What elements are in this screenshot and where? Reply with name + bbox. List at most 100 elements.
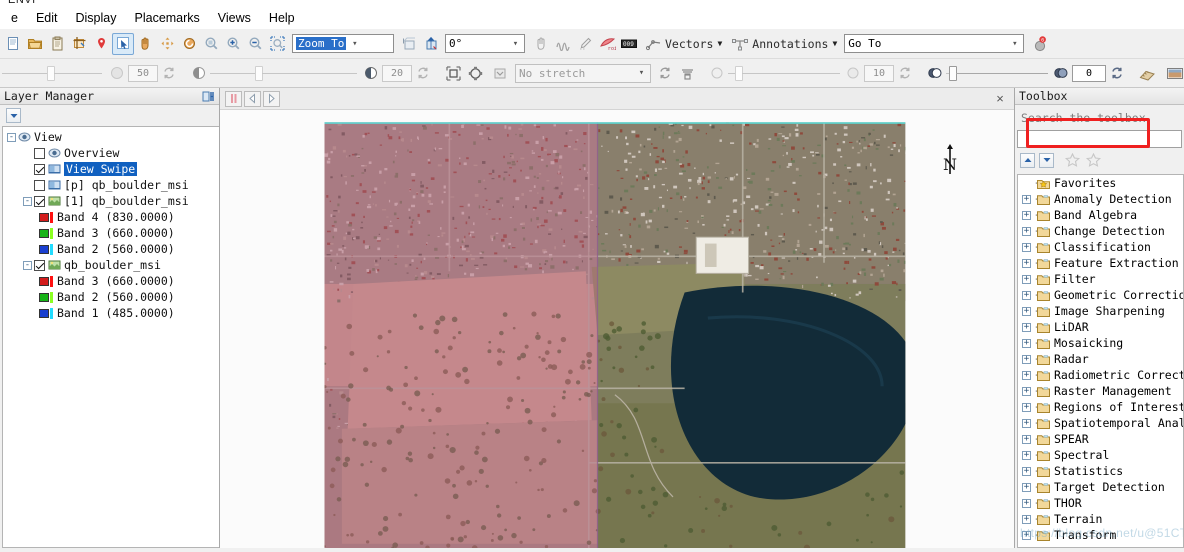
brightness-slider[interactable]	[210, 65, 357, 81]
roi-tool-icon[interactable]: roi	[596, 33, 618, 55]
tree-expander-icon[interactable]: +	[1022, 306, 1031, 316]
rotate-extent-icon[interactable]	[464, 62, 486, 84]
favorite-remove-icon[interactable]	[1085, 152, 1102, 168]
rotation-combo[interactable]: 0° ▾	[445, 34, 525, 53]
layer-up-icon[interactable]	[398, 33, 420, 55]
toolbox-tree-row[interactable]: + · Spatiotemporal Analy	[1018, 415, 1183, 431]
toolbox-tree-row[interactable]: + · Filter	[1018, 271, 1183, 287]
transparency-slider[interactable]	[2, 65, 102, 81]
toolbox-tree-row[interactable]: + · Transform	[1018, 527, 1183, 543]
menu-item-help[interactable]: Help	[260, 10, 304, 26]
toolbox-tree-row[interactable]: + · Radar	[1018, 351, 1183, 367]
menu-item-views[interactable]: Views	[209, 10, 260, 26]
toolbox-search-input[interactable]	[1017, 130, 1182, 148]
pan-hand-icon[interactable]	[134, 33, 156, 55]
auto-hide-pin-icon[interactable]	[201, 90, 215, 103]
tree-expander-icon[interactable]: +	[1022, 210, 1031, 220]
toolbox-tree-row[interactable]: + · SPEAR	[1018, 431, 1183, 447]
move-icon[interactable]	[156, 33, 178, 55]
expand-down-icon[interactable]	[1039, 152, 1054, 168]
tree-expander-icon[interactable]: +	[1022, 386, 1031, 396]
tree-expander-icon[interactable]: +	[1022, 530, 1031, 540]
hand-roi-icon[interactable]	[530, 33, 552, 55]
pixel-value-icon[interactable]: 009	[618, 33, 640, 55]
blend-reset-icon[interactable]	[1106, 62, 1128, 84]
zoom-region-icon[interactable]	[266, 33, 288, 55]
layer-tree-row[interactable]: Band 3 (660.0000)	[3, 273, 219, 289]
go-to-combo[interactable]: Go To ▾	[844, 34, 1025, 53]
tree-expander-icon[interactable]: +	[1022, 482, 1031, 492]
chevron-down-icon[interactable]: ▼	[717, 39, 722, 48]
rotate-icon[interactable]	[178, 33, 200, 55]
tree-expander-icon[interactable]: +	[1022, 370, 1031, 380]
open-folder-icon[interactable]	[24, 33, 46, 55]
menu-item-file[interactable]: e	[2, 10, 27, 26]
layer-tree-row[interactable]: - [1] qb_boulder_msi	[3, 193, 219, 209]
tree-expander-icon[interactable]: +	[1022, 258, 1031, 268]
tree-expander-icon[interactable]: -	[7, 132, 16, 142]
menu-item-edit[interactable]: Edit	[27, 10, 67, 26]
tree-expander-icon[interactable]: +	[1022, 290, 1031, 300]
next-view-icon[interactable]	[263, 90, 280, 107]
stretch-combo[interactable]: No stretch ▾	[515, 63, 651, 83]
image-canvas[interactable]: N	[220, 110, 1014, 548]
sharpness-reset-icon[interactable]	[894, 62, 916, 84]
layer-tree-row[interactable]: [p] qb_boulder_msi	[3, 177, 219, 193]
tree-expander-icon[interactable]: +	[1022, 338, 1031, 348]
toolbox-tree-row[interactable]: + · Radiometric Correcti	[1018, 367, 1183, 383]
toolbox-tree-row[interactable]: + · Spectral	[1018, 447, 1183, 463]
pin-icon[interactable]	[90, 33, 112, 55]
swipe-pause-icon[interactable]	[225, 90, 242, 107]
tree-expander-icon[interactable]: +	[1022, 466, 1031, 476]
toolbox-tree-row[interactable]: + · Image Sharpening	[1018, 303, 1183, 319]
toolbox-tree-row[interactable]: + · Geometric Correction	[1018, 287, 1183, 303]
satellite-image[interactable]	[220, 110, 1014, 548]
layer-tree-row[interactable]: Band 2 (560.0000)	[3, 289, 219, 305]
layer-visibility-checkbox[interactable]	[34, 259, 45, 271]
annotations-menu-label[interactable]: Annotations	[750, 37, 830, 51]
stretch-refresh-icon[interactable]	[654, 62, 676, 84]
tree-expander-icon[interactable]: +	[1022, 194, 1031, 204]
tree-expander-icon[interactable]: +	[1022, 514, 1031, 524]
vectors-menu-label[interactable]: Vectors	[663, 37, 715, 51]
toolbox-tree-row[interactable]: + · Feature Extraction	[1018, 255, 1183, 271]
sharpness-slider[interactable]	[728, 65, 840, 81]
tree-expander-icon[interactable]: +	[1022, 402, 1031, 412]
layer-tree-row[interactable]: Band 3 (660.0000)	[3, 225, 219, 241]
menu-item-placemarks[interactable]: Placemarks	[126, 10, 209, 26]
zoom-in-icon[interactable]	[222, 33, 244, 55]
layer-tree-row[interactable]: Band 4 (830.0000)	[3, 209, 219, 225]
tree-expander-icon[interactable]: -	[23, 260, 32, 270]
tree-expander-icon[interactable]: +	[1022, 226, 1031, 236]
close-view-icon[interactable]: ×	[990, 90, 1010, 108]
toolbox-tree-row[interactable]: + · Anomaly Detection	[1018, 191, 1183, 207]
tree-expander-icon[interactable]: +	[1022, 322, 1031, 332]
toolbox-tree-row[interactable]: · Favorites	[1018, 175, 1183, 191]
refresh-icon[interactable]	[158, 62, 180, 84]
toolbox-tree-row[interactable]: + · Raster Management	[1018, 383, 1183, 399]
tree-expander-icon[interactable]: +	[1022, 450, 1031, 460]
fit-extent-icon[interactable]	[442, 62, 464, 84]
layer-visibility-checkbox[interactable]	[34, 147, 45, 159]
toolbox-tree-row[interactable]: + · Change Detection	[1018, 223, 1183, 239]
prev-view-icon[interactable]	[244, 90, 261, 107]
toolbox-tree[interactable]: · Favorites + · Anomaly Detection + · Band Alge…	[1017, 174, 1184, 548]
layer-visibility-checkbox[interactable]	[34, 195, 45, 207]
blend-slider[interactable]	[946, 65, 1048, 81]
cursor-select-icon[interactable]	[112, 32, 134, 55]
menu-item-display[interactable]: Display	[67, 10, 126, 26]
sharpness-value[interactable]: 10	[864, 64, 894, 82]
toolbox-tree-row[interactable]: + · LiDAR	[1018, 319, 1183, 335]
measure-icon[interactable]	[1136, 62, 1158, 84]
transparency-value[interactable]: 50	[128, 64, 158, 82]
histogram-icon[interactable]	[676, 62, 698, 84]
brightness-value[interactable]: 20	[382, 64, 412, 82]
favorite-add-icon[interactable]	[1064, 152, 1081, 168]
tree-expander-icon[interactable]: -	[23, 196, 32, 206]
tree-expander-icon[interactable]: +	[1022, 498, 1031, 508]
toolbox-tree-row[interactable]: + · Mosaicking	[1018, 335, 1183, 351]
sync-view-icon[interactable]	[489, 62, 511, 84]
zoom-fit-icon[interactable]	[200, 33, 222, 55]
layer-visibility-checkbox[interactable]	[34, 163, 45, 175]
toolbox-tree-row[interactable]: + · Terrain	[1018, 511, 1183, 527]
